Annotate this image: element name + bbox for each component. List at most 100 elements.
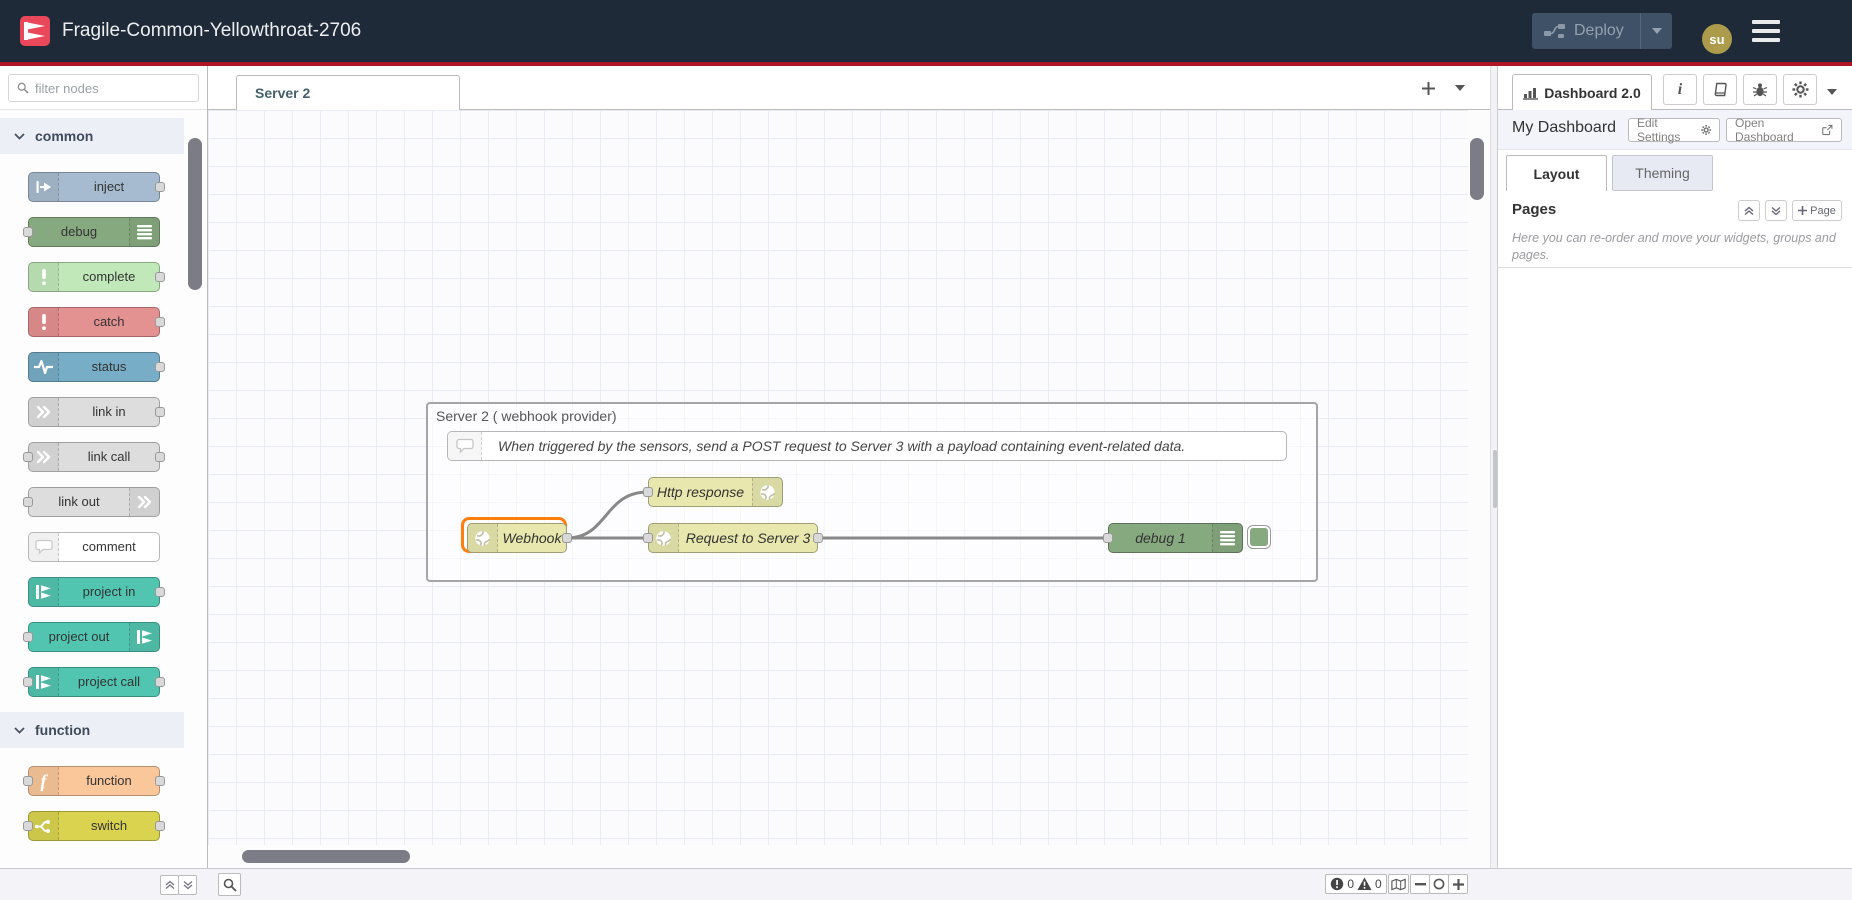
zoom-out-button[interactable]	[1410, 874, 1430, 894]
palette-node-switch[interactable]: switch	[28, 811, 160, 841]
palette-node-link-in[interactable]: link in	[28, 397, 160, 427]
list-icon	[1212, 524, 1242, 552]
palette-filter-placeholder: filter nodes	[35, 81, 99, 96]
input-port	[23, 497, 33, 507]
palette-node-list: common inject debug complete catch status link…	[0, 110, 184, 868]
palette-search: filter nodes	[0, 66, 207, 110]
sidebar-splitter[interactable]	[1490, 66, 1498, 868]
flow-group-server2[interactable]: Server 2 ( webhook provider)	[426, 402, 1318, 582]
group-label: Server 2 ( webhook provider)	[436, 408, 617, 424]
flow-canvas[interactable]: Server 2 ( webhook provider) When trigge…	[208, 110, 1468, 845]
add-page-button[interactable]: Page	[1792, 200, 1842, 221]
output-port	[155, 407, 165, 417]
footer-bar: 0 0	[0, 868, 1852, 900]
palette-category-label: function	[35, 722, 90, 738]
workspace-tabbar: Server 2	[208, 66, 1490, 110]
zoom-reset-icon	[1433, 878, 1445, 890]
warning-icon	[1357, 877, 1372, 891]
deploy-options-caret[interactable]	[1640, 13, 1672, 49]
debug-enable-toggle[interactable]	[1248, 526, 1270, 548]
output-port	[155, 362, 165, 372]
tab-server-2[interactable]: Server 2	[236, 75, 460, 111]
dashboard-header-row: My Dashboard Edit Settings Open Dashboar…	[1498, 110, 1852, 150]
pulse-icon	[29, 353, 59, 381]
zoom-reset-button[interactable]	[1429, 874, 1449, 894]
flow-node-Http-response[interactable]: Http response	[648, 477, 783, 507]
palette-scrollbar-thumb[interactable]	[188, 138, 202, 290]
node-label: project out	[29, 623, 129, 651]
input-port	[23, 452, 33, 462]
flow-node-debug-1[interactable]: debug 1	[1108, 523, 1243, 553]
canvas-hscrollbar-thumb[interactable]	[242, 850, 410, 863]
input-port[interactable]	[643, 533, 653, 543]
add-flow-button[interactable]	[1416, 76, 1440, 100]
dashboard-title: My Dashboard	[1512, 119, 1616, 137]
splitter-scrollbar-thumb[interactable]	[1493, 450, 1497, 508]
open-dashboard-button[interactable]: Open Dashboard	[1726, 118, 1842, 142]
canvas-search-button[interactable]	[218, 873, 241, 896]
output-port	[155, 677, 165, 687]
nr-icon	[29, 578, 59, 606]
navigator-button[interactable]	[1388, 874, 1409, 894]
palette-node-project-call[interactable]: project call	[28, 667, 160, 697]
palette-node-link-out[interactable]: link out	[28, 487, 160, 517]
fork-icon	[29, 812, 59, 840]
sidebar-tabs-caret[interactable]	[1820, 80, 1844, 104]
gear-icon	[1792, 81, 1809, 98]
tab-layout[interactable]: Layout	[1506, 155, 1607, 191]
nr-icon	[129, 623, 159, 651]
palette-node-status[interactable]: status	[28, 352, 160, 382]
config-tab-button[interactable]	[1783, 74, 1817, 105]
palette-node-catch[interactable]: catch	[28, 307, 160, 337]
info-tab-button[interactable]: i	[1663, 74, 1697, 105]
tab-dashboard-2[interactable]: Dashboard 2.0	[1512, 74, 1652, 111]
palette-node-debug[interactable]: debug	[28, 217, 160, 247]
output-port[interactable]	[813, 533, 823, 543]
debug-tab-button[interactable]	[1743, 74, 1777, 105]
palette-collapse-all-button[interactable]	[160, 875, 179, 895]
palette-filter-input[interactable]: filter nodes	[8, 74, 199, 102]
canvas-vscrollbar-thumb[interactable]	[1470, 138, 1484, 200]
deploy-button[interactable]: Deploy	[1532, 13, 1672, 49]
palette-node-project-in[interactable]: project in	[28, 577, 160, 607]
flow-list-caret[interactable]	[1448, 76, 1472, 100]
node-label: inject	[59, 173, 159, 201]
input-port[interactable]	[643, 487, 653, 497]
search-icon	[223, 878, 237, 892]
output-port[interactable]	[562, 533, 572, 543]
move-page-down-button[interactable]	[1765, 200, 1787, 221]
palette-node-function[interactable]: ffunction	[28, 766, 160, 796]
info-icon: i	[1678, 81, 1682, 99]
palette-node-inject[interactable]: inject	[28, 172, 160, 202]
help-tab-button[interactable]	[1703, 74, 1737, 105]
input-port	[23, 227, 33, 237]
bug-icon	[1752, 82, 1768, 98]
palette-node-link-call[interactable]: link call	[28, 442, 160, 472]
main-menu-button[interactable]	[1752, 20, 1780, 42]
node-label: project in	[59, 578, 159, 606]
palette-node-complete[interactable]: complete	[28, 262, 160, 292]
output-port	[155, 587, 165, 597]
user-avatar[interactable]: su	[1702, 24, 1732, 54]
comment-node[interactable]: When triggered by the sensors, send a PO…	[447, 431, 1287, 461]
palette-node-comment[interactable]: comment	[28, 532, 160, 562]
notification-counts[interactable]: 0 0	[1325, 874, 1387, 894]
error-icon	[1330, 877, 1344, 891]
tab-theming[interactable]: Theming	[1612, 155, 1713, 191]
palette-expand-all-button[interactable]	[178, 875, 197, 895]
flow-node-Webhook[interactable]: Webhook	[467, 523, 567, 553]
palette-category-common[interactable]: common	[0, 118, 184, 154]
palette-category-function[interactable]: function	[0, 712, 184, 748]
pages-section-label: Pages	[1512, 201, 1556, 218]
palette-node-project-out[interactable]: project out	[28, 622, 160, 652]
node-label: function	[59, 767, 159, 795]
book-icon	[1712, 82, 1728, 97]
zoom-in-button[interactable]	[1448, 874, 1468, 894]
chevron-double-up-icon	[1744, 206, 1754, 216]
flow-node-Request-to-Server-3[interactable]: Request to Server 3	[648, 523, 818, 553]
move-page-up-button[interactable]	[1738, 200, 1760, 221]
comment-bubble-icon	[448, 432, 482, 460]
input-port[interactable]	[1103, 533, 1113, 543]
edit-settings-button[interactable]: Edit Settings	[1628, 118, 1720, 142]
chevron-down-icon	[14, 727, 25, 734]
